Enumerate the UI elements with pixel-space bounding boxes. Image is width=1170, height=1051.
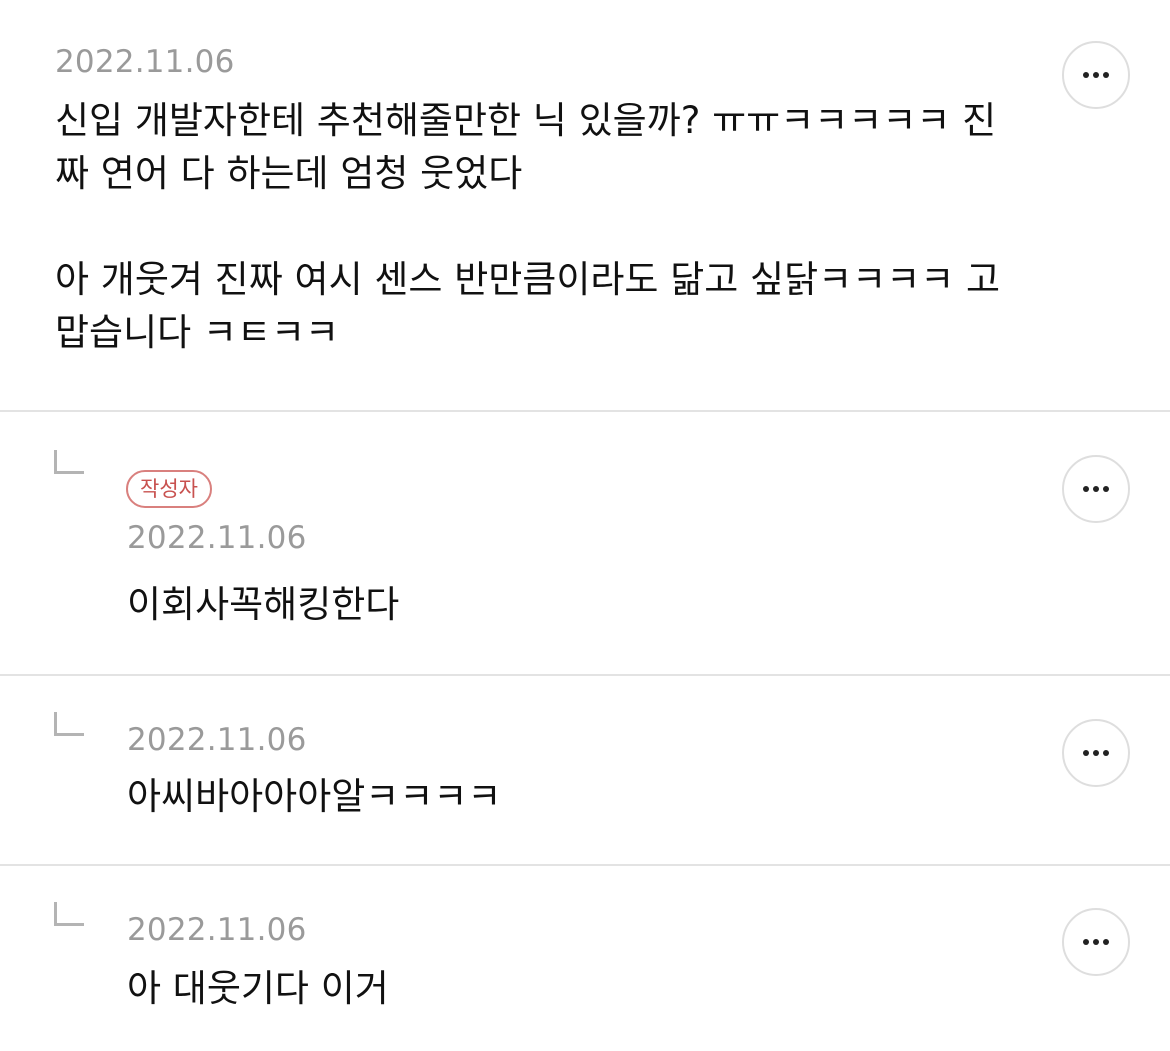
comment-item: 2022.11.06 신입 개발자한테 추천해줄만한 닉 있을까? ㅠㅠㅋㅋㅋㅋ… xyxy=(0,0,1170,412)
more-horizontal-icon xyxy=(1083,72,1109,78)
comment-date: 2022.11.06 xyxy=(55,44,235,80)
reply-arrow-icon xyxy=(54,712,84,736)
more-options-button[interactable] xyxy=(1062,908,1130,976)
more-horizontal-icon xyxy=(1083,486,1109,492)
more-options-button[interactable] xyxy=(1062,41,1130,109)
reply-item: 2022.11.06 아씨바아아아알ㅋㅋㅋㅋ xyxy=(0,674,1170,866)
reply-arrow-icon xyxy=(54,450,84,474)
more-options-button[interactable] xyxy=(1062,455,1130,523)
more-horizontal-icon xyxy=(1083,939,1109,945)
comment-text: 아 대웃기다 이거 xyxy=(127,967,389,1010)
comment-date: 2022.11.06 xyxy=(127,722,307,758)
more-options-button[interactable] xyxy=(1062,719,1130,787)
comment-date: 2022.11.06 xyxy=(127,912,307,948)
comment-text: 아씨바아아아알ㅋㅋㅋㅋ xyxy=(127,775,502,818)
author-badge: 작성자 xyxy=(126,470,212,508)
reply-item: 2022.11.06 아 대웃기다 이거 xyxy=(0,864,1170,1051)
reply-item: 2022.11.06 이회사꼭해킹한다 xyxy=(0,410,1170,676)
more-horizontal-icon xyxy=(1083,750,1109,756)
comment-text: 신입 개발자한테 추천해줄만한 닉 있을까? ㅠㅠㅋㅋㅋㅋㅋ 진 짜 연어 다 … xyxy=(55,99,1001,354)
comment-text: 이회사꼭해킹한다 xyxy=(127,583,400,626)
comment-date: 2022.11.06 xyxy=(127,520,307,556)
reply-arrow-icon xyxy=(54,902,84,926)
